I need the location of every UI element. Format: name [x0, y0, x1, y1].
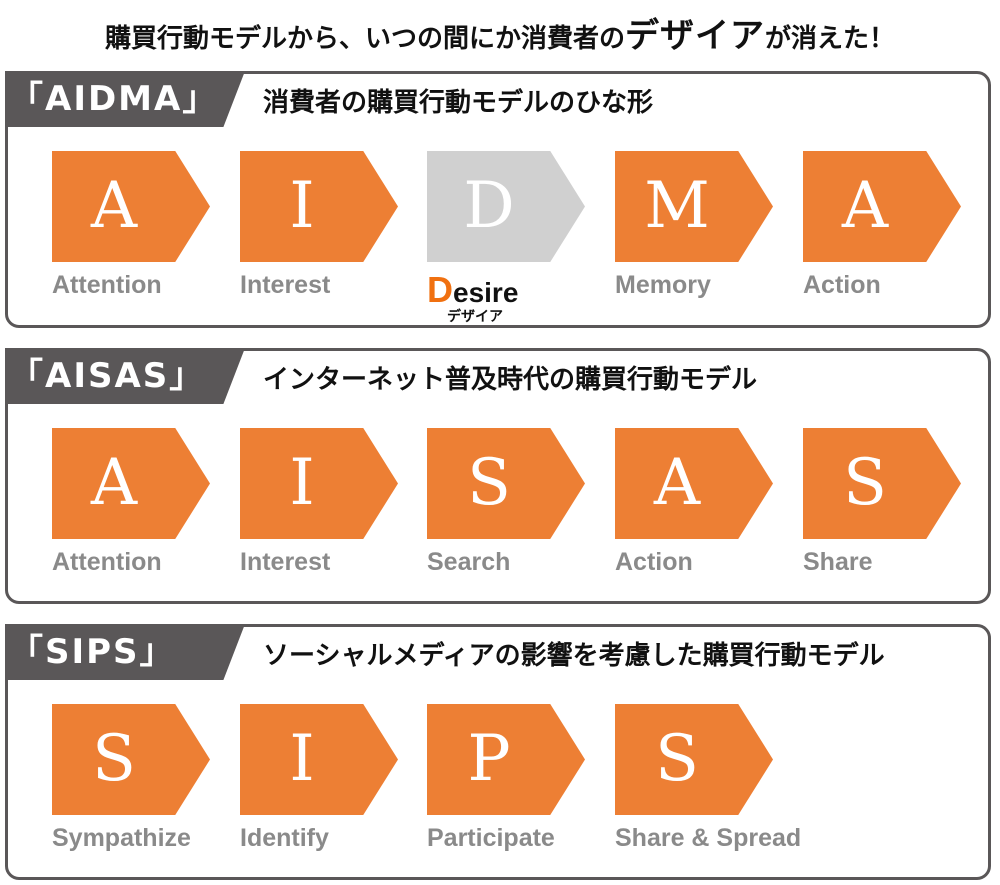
- step-participate: P Participate: [427, 704, 587, 853]
- model-tab-aidma: 「AIDMA」: [5, 71, 245, 127]
- step-action: A Action: [615, 428, 775, 577]
- arrow-box: S: [52, 704, 210, 815]
- step-letter: A: [653, 446, 701, 520]
- arrow-box: M: [615, 151, 773, 262]
- step-label: Memory: [615, 271, 711, 299]
- step-letter: S: [843, 446, 887, 520]
- step-share: S Share: [803, 428, 963, 577]
- step-label: Attention: [52, 271, 162, 299]
- arrow-box: I: [240, 704, 398, 815]
- headline: 購買行動モデルから、いつの間にか消費者のデザイアが消えた！: [0, 8, 1000, 57]
- model-subtitle-aisas: インターネット普及時代の購買行動モデル: [263, 365, 758, 395]
- model-tab-aisas: 「AISAS」: [5, 348, 245, 404]
- arrow-box: S: [615, 704, 773, 815]
- headline-before: 購買行動モデルから、いつの間にか消費者の: [104, 24, 625, 54]
- step-label: Participate: [427, 824, 555, 852]
- step-interest: I Interest: [240, 428, 400, 577]
- step-letter: I: [289, 169, 315, 243]
- step-letter: I: [289, 446, 315, 520]
- step-attention: A Attention: [52, 151, 212, 300]
- arrow-box: A: [52, 428, 210, 539]
- step-interest: I Interest: [240, 151, 400, 300]
- model-tab-sips: 「SIPS」: [5, 624, 245, 680]
- step-letter: D: [463, 169, 515, 243]
- step-sympathize: S Sympathize: [52, 704, 212, 853]
- arrow-box: P: [427, 704, 585, 815]
- step-label: Attention: [52, 548, 162, 576]
- step-label: Action: [615, 548, 693, 576]
- step-letter: M: [644, 169, 710, 243]
- headline-emphasis: デザイア: [625, 16, 765, 56]
- step-label: Identify: [240, 824, 329, 852]
- panel-aisas: 「AISAS」 インターネット普及時代の購買行動モデル A Attention …: [5, 348, 991, 604]
- arrow-box: S: [803, 428, 961, 539]
- arrow-box: I: [240, 151, 398, 262]
- step-desire: D Desire デザイア: [427, 151, 587, 326]
- step-attention: A Attention: [52, 428, 212, 577]
- model-subtitle-aidma: 消費者の購買行動モデルのひな形: [263, 88, 654, 118]
- panel-sips: 「SIPS」 ソーシャルメディアの影響を考慮した購買行動モデル S Sympat…: [5, 624, 991, 880]
- arrow-box: A: [803, 151, 961, 262]
- step-letter: A: [841, 169, 889, 243]
- step-letter: S: [92, 722, 136, 796]
- step-letter: A: [90, 446, 138, 520]
- step-share-spread: S Share & Spread: [615, 704, 802, 853]
- step-letter: A: [90, 169, 138, 243]
- step-letter: I: [289, 722, 315, 796]
- step-label: Share & Spread: [615, 824, 802, 852]
- step-label: Interest: [240, 271, 331, 299]
- panel-aidma: 「AIDMA」 消費者の購買行動モデルのひな形 A Attention I In…: [5, 71, 991, 328]
- step-label: Sympathize: [52, 824, 191, 852]
- step-label: Share: [803, 548, 873, 576]
- arrow-box: A: [52, 151, 210, 262]
- step-label: Interest: [240, 548, 331, 576]
- desire-rest: esire: [453, 277, 519, 308]
- desire-initial: D: [427, 269, 453, 310]
- step-label: Action: [803, 271, 881, 299]
- step-action: A Action: [803, 151, 963, 300]
- arrow-box: S: [427, 428, 585, 539]
- arrow-box: I: [240, 428, 398, 539]
- step-label: Search: [427, 548, 511, 576]
- arrow-box-muted: D: [427, 151, 585, 262]
- step-letter: P: [467, 722, 511, 796]
- step-memory: M Memory: [615, 151, 775, 300]
- step-search: S Search: [427, 428, 587, 577]
- arrow-box: A: [615, 428, 773, 539]
- step-label-desire: Desire: [427, 269, 587, 311]
- step-identify: I Identify: [240, 704, 400, 853]
- model-subtitle-sips: ソーシャルメディアの影響を考慮した購買行動モデル: [263, 641, 885, 671]
- step-letter: S: [655, 722, 699, 796]
- headline-after: が消えた！: [765, 24, 896, 54]
- step-letter: S: [467, 446, 511, 520]
